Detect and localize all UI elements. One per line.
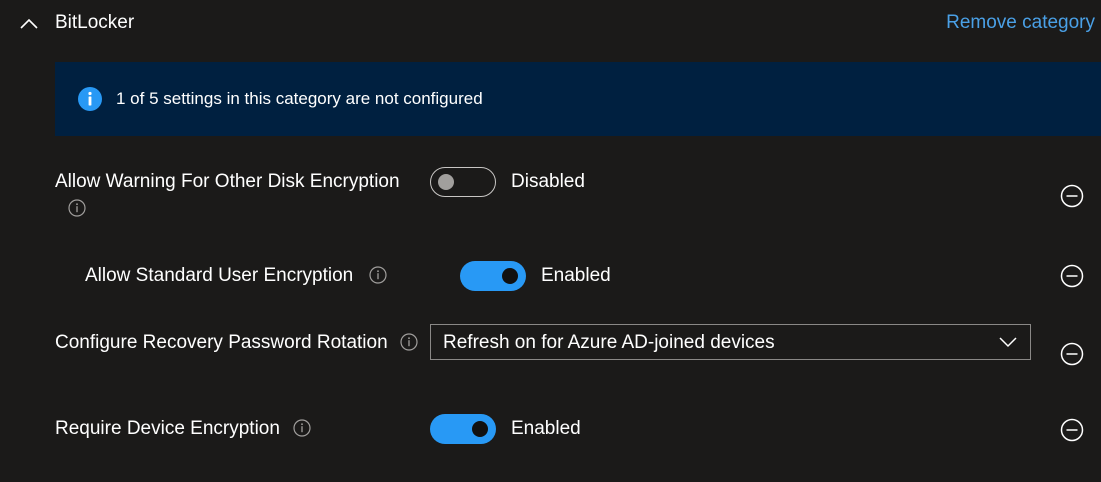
setting-label-recovery-rotation: Configure Recovery Password Rotation [55, 332, 388, 353]
info-icon[interactable] [68, 199, 86, 217]
allow-standard-user-toggle[interactable] [460, 261, 526, 291]
chevron-up-icon [20, 18, 38, 29]
remove-category-link[interactable]: Remove category [946, 11, 1095, 35]
category-title: BitLocker [55, 12, 135, 33]
remove-setting-icon[interactable] [1060, 342, 1084, 366]
toggle-knob [438, 174, 454, 190]
info-icon [78, 87, 102, 111]
remove-setting-icon[interactable] [1060, 184, 1084, 208]
toggle-knob [502, 268, 518, 284]
info-icon[interactable] [369, 266, 387, 284]
setting-label-allow-standard-user: Allow Standard User Encryption [85, 265, 354, 286]
allow-warning-state: Disabled [511, 171, 585, 192]
banner-message: 1 of 5 settings in this category are not… [116, 89, 483, 108]
setting-label-require-device-encryption: Require Device Encryption [55, 418, 280, 439]
toggle-knob [472, 421, 488, 437]
remove-setting-icon[interactable] [1060, 418, 1084, 442]
info-icon[interactable] [293, 419, 311, 437]
require-device-encryption-toggle[interactable] [430, 414, 496, 444]
dropdown-selected-value: Refresh on for Azure AD-joined devices [443, 332, 775, 353]
require-device-encryption-state: Enabled [511, 418, 581, 439]
allow-warning-toggle[interactable] [430, 167, 496, 197]
recovery-rotation-dropdown[interactable]: Refresh on for Azure AD-joined devices [430, 324, 1031, 360]
info-icon[interactable] [400, 333, 418, 351]
info-banner: 1 of 5 settings in this category are not… [55, 62, 1101, 136]
chevron-down-icon [999, 337, 1017, 348]
setting-label-allow-warning: Allow Warning For Other Disk Encryption [55, 171, 400, 192]
collapse-category-button[interactable] [18, 14, 40, 32]
remove-setting-icon[interactable] [1060, 264, 1084, 288]
allow-standard-user-state: Enabled [541, 265, 611, 286]
